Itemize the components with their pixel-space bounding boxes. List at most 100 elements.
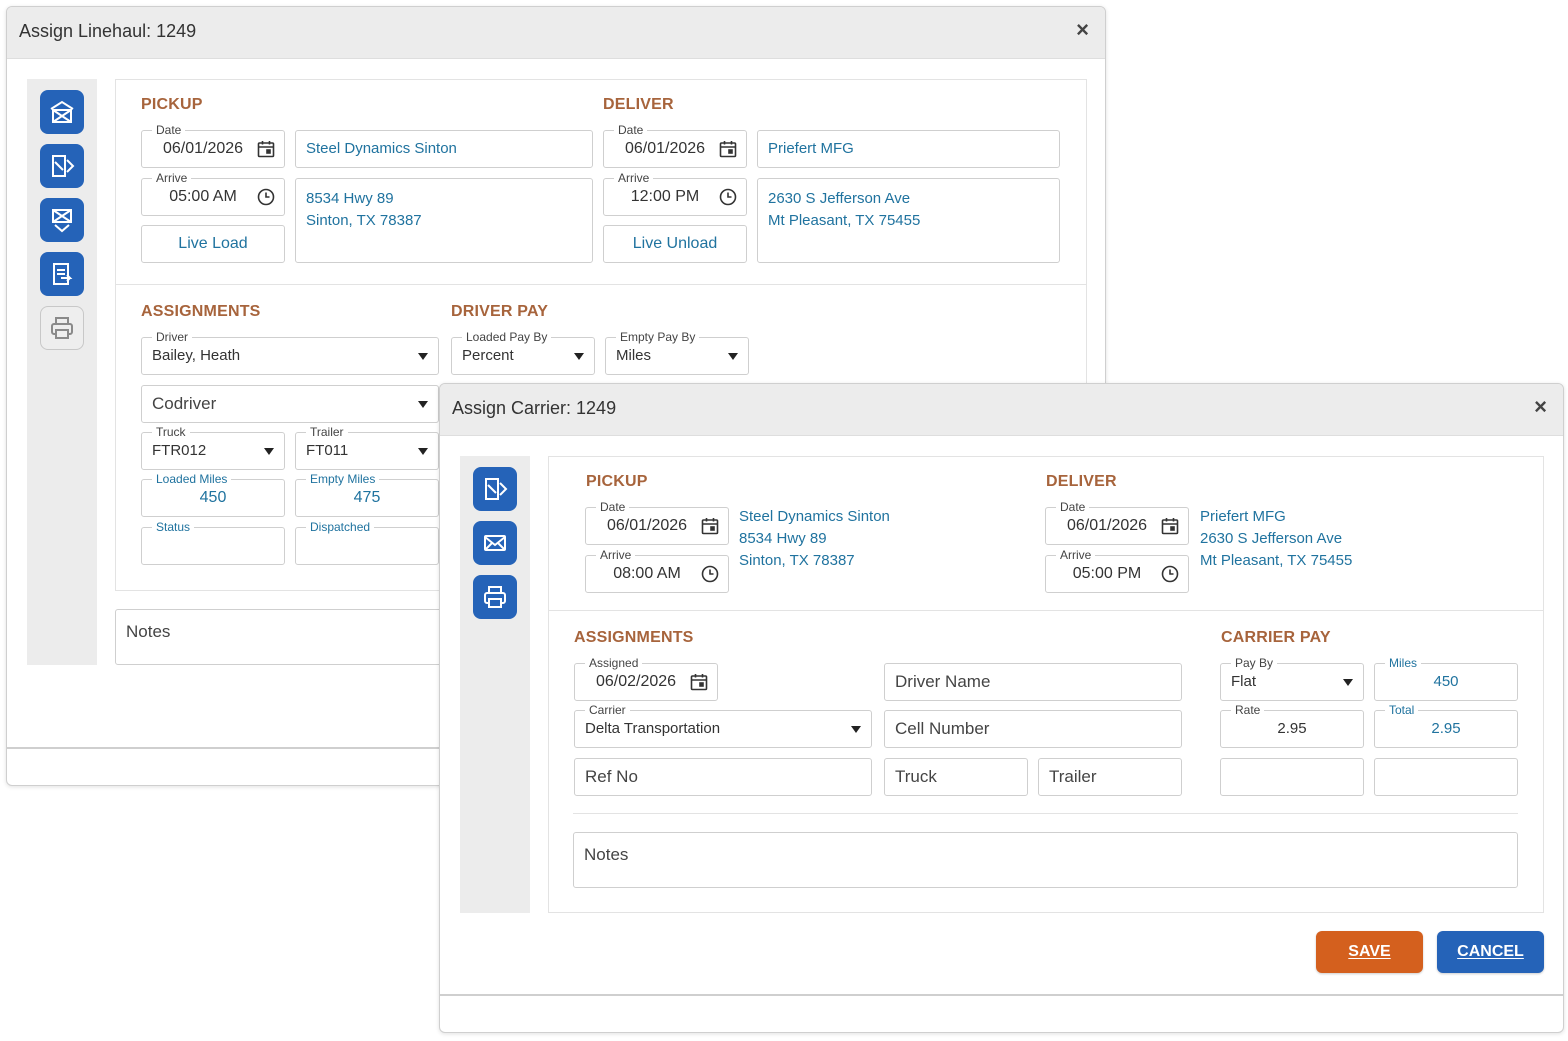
deliver-date-field[interactable]: Date 06/01/2026 xyxy=(603,123,747,168)
clock-icon[interactable] xyxy=(1160,564,1180,584)
deliver-arrive-value: 05:00 PM xyxy=(1072,565,1142,582)
dialog-header: Assign Linehaul: 1249 × xyxy=(7,7,1105,59)
cell-number-input[interactable]: Cell Number xyxy=(884,710,1182,748)
blank-field[interactable] xyxy=(1220,758,1364,796)
deliver-date-label: Date xyxy=(614,123,648,137)
dialog-header: Assign Carrier: 1249 × xyxy=(440,384,1563,436)
loaded-pay-select[interactable]: Loaded Pay By Percent xyxy=(451,330,595,375)
pay-by-select[interactable]: Pay By Flat xyxy=(1220,656,1364,701)
trailer-label: Trailer xyxy=(306,425,348,439)
calendar-icon[interactable] xyxy=(256,139,276,159)
deliver-address: Priefert MFG 2630 S Jefferson Ave Mt Ple… xyxy=(1200,506,1352,572)
clock-icon[interactable] xyxy=(256,187,276,207)
deliver-arrive-field[interactable]: Arrive 05:00 PM xyxy=(1045,548,1189,593)
pickup-address-line1: 8534 Hwy 89 xyxy=(739,530,827,547)
pickup-address-line1: 8534 Hwy 89 xyxy=(306,190,394,207)
driver-select[interactable]: Driver Bailey, Heath xyxy=(141,330,439,375)
carrier-value: Delta Transportation xyxy=(585,720,721,737)
pickup-date-value: 06/01/2026 xyxy=(162,140,244,157)
chevron-down-icon xyxy=(1343,679,1353,686)
print-button[interactable] xyxy=(40,306,84,350)
assigned-date-field[interactable]: Assigned 06/02/2026 xyxy=(574,656,718,701)
dispatched-field[interactable]: Dispatched xyxy=(295,520,439,565)
carrier-select[interactable]: Carrier Delta Transportation xyxy=(574,703,872,748)
assignments-section-title: ASSIGNMENTS xyxy=(141,303,261,320)
trailer-value: FT011 xyxy=(306,442,349,459)
print-button[interactable] xyxy=(473,575,517,619)
loaded-miles-field[interactable]: Loaded Miles 450 xyxy=(141,472,285,517)
miles-value: 450 xyxy=(1433,673,1459,690)
chevron-down-icon xyxy=(418,448,428,455)
truck-label: Truck xyxy=(152,425,190,439)
calendar-icon[interactable] xyxy=(700,516,720,536)
divider xyxy=(115,284,1087,285)
close-icon[interactable]: × xyxy=(1076,19,1089,41)
assign-carrier-dialog: Assign Carrier: 1249 × PICKUP Date 06/01… xyxy=(439,383,1564,1033)
empty-pay-select[interactable]: Empty Pay By Miles xyxy=(605,330,749,375)
pickup-arrive-field[interactable]: Arrive 08:00 AM xyxy=(585,548,729,593)
trailer-input[interactable]: Trailer xyxy=(1038,758,1182,796)
rate-value: 2.95 xyxy=(1277,720,1307,737)
total-value: 2.95 xyxy=(1431,720,1461,737)
calendar-icon[interactable] xyxy=(689,672,709,692)
total-field[interactable]: Total 2.95 xyxy=(1374,703,1518,748)
pickup-address-line2: Sinton, TX 78387 xyxy=(306,212,422,229)
dispatch-button[interactable] xyxy=(40,144,84,188)
trailer-select[interactable]: Trailer FT011 xyxy=(295,425,439,470)
cancel-button[interactable]: CANCEL xyxy=(1437,931,1544,973)
save-button[interactable]: SAVE xyxy=(1316,931,1423,973)
deliver-arrive-label: Arrive xyxy=(614,171,654,185)
deliver-date-field[interactable]: Date 06/01/2026 xyxy=(1045,500,1189,545)
pickup-date-field[interactable]: Date 06/01/2026 xyxy=(585,500,729,545)
deliver-address-line2: Mt Pleasant, TX 75455 xyxy=(1200,552,1353,569)
dialog-title: Assign Carrier: 1249 xyxy=(452,398,617,418)
loaded-pay-value: Percent xyxy=(462,347,514,364)
calendar-icon[interactable] xyxy=(1160,516,1180,536)
calendar-icon[interactable] xyxy=(718,139,738,159)
pickup-location-field[interactable]: Steel Dynamics Sinton xyxy=(295,130,593,168)
deliver-location-field[interactable]: Priefert MFG xyxy=(757,130,1060,168)
email-button[interactable] xyxy=(473,521,517,565)
pay-by-label: Pay By xyxy=(1231,656,1278,670)
pickup-arrive-label: Arrive xyxy=(152,171,192,185)
loaded-pay-label: Loaded Pay By xyxy=(462,330,552,344)
truck-input[interactable]: Truck xyxy=(884,758,1028,796)
pay-by-value: Flat xyxy=(1231,673,1257,690)
pickup-date-field[interactable]: Date 06/01/2026 xyxy=(141,123,285,168)
truck-select[interactable]: Truck FTR012 xyxy=(141,425,285,470)
ref-no-input[interactable]: Ref No xyxy=(574,758,872,796)
driver-pay-section-title: DRIVER PAY xyxy=(451,303,549,320)
ref-no-placeholder: Ref No xyxy=(585,767,638,786)
empty-miles-field[interactable]: Empty Miles 475 xyxy=(295,472,439,517)
miles-field[interactable]: Miles 450 xyxy=(1374,656,1518,701)
chevron-down-icon xyxy=(851,726,861,733)
dispatch-button[interactable] xyxy=(473,467,517,511)
deliver-arrive-label: Arrive xyxy=(1056,548,1096,562)
loaded-miles-label: Loaded Miles xyxy=(152,472,232,486)
status-label: Status xyxy=(152,520,195,534)
pickup-load-type-button[interactable]: Live Load xyxy=(141,225,285,263)
documents-button[interactable] xyxy=(40,252,84,296)
clock-icon[interactable] xyxy=(700,564,720,584)
deliver-address-line1: 2630 S Jefferson Ave xyxy=(1200,530,1343,547)
carrier-notes-field[interactable]: Notes xyxy=(573,832,1518,888)
driver-name-input[interactable]: Driver Name xyxy=(884,663,1182,701)
deliver-arrive-field[interactable]: Arrive 12:00 PM xyxy=(603,171,747,216)
blank-field[interactable] xyxy=(1374,758,1518,796)
warehouse-icon xyxy=(50,100,74,123)
pickup-dock-button[interactable] xyxy=(40,90,84,134)
pickup-arrive-field[interactable]: Arrive 05:00 AM xyxy=(141,171,285,216)
deliver-date-value: 06/01/2026 xyxy=(624,140,706,157)
linehaul-notes-placeholder: Notes xyxy=(126,622,171,641)
status-field[interactable]: Status xyxy=(141,520,285,565)
deliver-load-type-button[interactable]: Live Unload xyxy=(603,225,747,263)
divider xyxy=(548,610,1544,611)
document-icon xyxy=(53,263,73,285)
clock-icon[interactable] xyxy=(718,187,738,207)
close-icon[interactable]: × xyxy=(1534,396,1547,418)
rate-field[interactable]: Rate 2.95 xyxy=(1220,703,1364,748)
deliver-arrive-value: 12:00 PM xyxy=(630,188,700,205)
unload-icon xyxy=(52,209,72,233)
codriver-select[interactable]: Codriver xyxy=(141,385,439,423)
deliver-dock-button[interactable] xyxy=(40,198,84,242)
